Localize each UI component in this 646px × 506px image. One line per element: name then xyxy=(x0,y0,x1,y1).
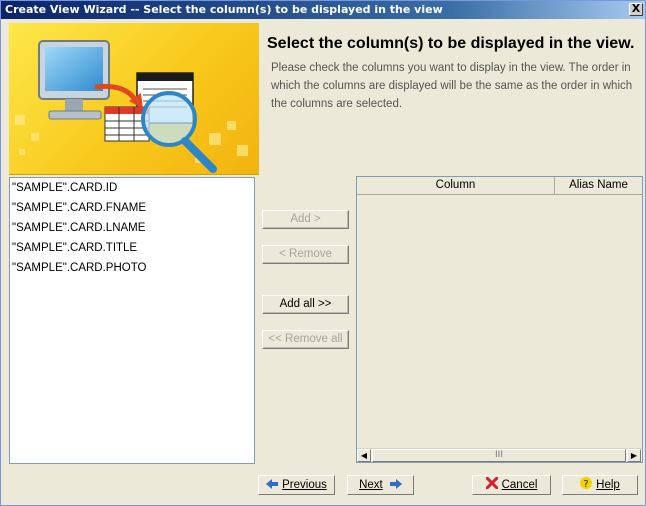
help-label: Help xyxy=(596,479,620,491)
list-item[interactable]: "SAMPLE".CARD.ID xyxy=(10,178,254,198)
question-mark-icon: ? xyxy=(580,477,593,495)
add-button[interactable]: Add > xyxy=(262,210,349,229)
list-item[interactable]: "SAMPLE".CARD.PHOTO xyxy=(10,258,254,278)
next-label: Next xyxy=(359,479,383,491)
right-arrow-icon xyxy=(389,477,402,495)
left-arrow-icon xyxy=(266,477,279,495)
remove-all-button[interactable]: << Remove all xyxy=(262,330,349,349)
scroll-right-icon[interactable]: ▶ xyxy=(627,449,641,462)
table-header: Column Alias Name xyxy=(357,177,642,195)
cancel-label: Cancel xyxy=(501,479,538,491)
selected-columns-table[interactable]: Column Alias Name ◀ III ▶ xyxy=(356,176,643,463)
wizard-banner-image xyxy=(9,23,259,175)
available-columns-list[interactable]: "SAMPLE".CARD.ID "SAMPLE".CARD.FNAME "SA… xyxy=(9,177,255,464)
monitor-magnifier-illustration-icon xyxy=(15,40,248,173)
create-view-wizard-window: Create View Wizard -- Select the column(… xyxy=(0,0,646,506)
previous-label: Previous xyxy=(282,479,327,491)
page-heading: Select the column(s) to be displayed in … xyxy=(267,35,635,52)
next-button[interactable]: Next xyxy=(347,475,414,495)
scroll-thumb[interactable]: III xyxy=(372,449,626,462)
svg-text:?: ? xyxy=(584,479,589,489)
add-all-button[interactable]: Add all >> xyxy=(262,295,349,314)
page-description: Please check the columns you want to dis… xyxy=(271,62,633,110)
previous-button[interactable]: Previous xyxy=(258,475,335,495)
cancel-button[interactable]: Cancel xyxy=(472,475,551,495)
help-button[interactable]: ? Help xyxy=(562,475,638,495)
horizontal-scrollbar[interactable]: ◀ III ▶ xyxy=(357,448,642,462)
remove-button[interactable]: < Remove xyxy=(262,245,349,264)
list-item[interactable]: "SAMPLE".CARD.TITLE xyxy=(10,238,254,258)
title-bar: Create View Wizard -- Select the column(… xyxy=(1,1,645,19)
column-header[interactable]: Column xyxy=(357,177,555,195)
close-button[interactable]: X xyxy=(629,3,643,16)
window-title: Create View Wizard -- Select the column(… xyxy=(5,3,443,16)
list-item[interactable]: "SAMPLE".CARD.LNAME xyxy=(10,218,254,238)
red-x-icon xyxy=(485,476,499,495)
alias-name-header[interactable]: Alias Name xyxy=(555,177,642,195)
scroll-left-icon[interactable]: ◀ xyxy=(357,449,371,462)
list-item[interactable]: "SAMPLE".CARD.FNAME xyxy=(10,198,254,218)
